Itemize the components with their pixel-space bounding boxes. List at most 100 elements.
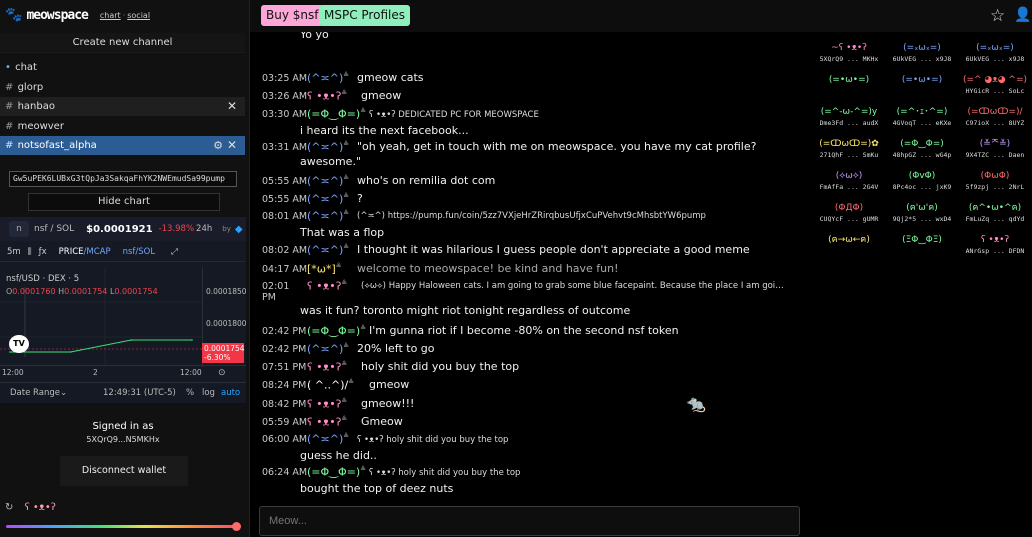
go-to-date-icon[interactable]: ⊙ <box>218 368 226 378</box>
price-mcap-toggle[interactable]: PRICE/MCAP <box>59 247 111 257</box>
provider-logo-icon[interactable]: ◆ <box>235 224 243 235</box>
meowspace-app: 🐾 meowspace chart · social Create new ch… <box>0 0 1032 537</box>
online-user[interactable]: (ฅ→ω←ฅ) <box>815 235 883 246</box>
online-user[interactable]: (=Φ‿Φ=) 48hpGZ ... wG4p <box>888 139 956 160</box>
x-tick-label: 12:00 <box>2 368 24 377</box>
message-author[interactable]: (^≍^)≗ <box>307 209 349 223</box>
refresh-icon[interactable]: ↻ <box>5 502 13 513</box>
percent-toggle[interactable]: % <box>186 388 194 398</box>
message-text: gmeow <box>369 378 410 391</box>
online-user[interactable]: (ΦωΦ) 5f9zpj ... 2NrL <box>961 171 1029 192</box>
message-author[interactable]: (^≍^)≗ <box>307 140 349 154</box>
online-user[interactable]: (=•ω•=) <box>888 75 956 86</box>
online-user[interactable]: (=ₓωₓ=) 6UkVEG ... x9J8 <box>888 43 956 64</box>
channel-item-hanbao[interactable]: # hanbao ✕ <box>0 97 245 116</box>
nav-link-chart[interactable]: chart <box>100 11 121 20</box>
message-author[interactable]: [*ω*]≗ <box>307 262 342 276</box>
author-face: ʕ •ᴥ•ʔ <box>307 397 342 411</box>
auto-toggle[interactable]: auto <box>221 388 240 398</box>
online-user[interactable]: (=^-ω-^=)y Dme3Fd ... audX <box>815 107 883 128</box>
fullscreen-icon[interactable]: ⤢ <box>171 247 178 257</box>
online-user[interactable]: (=ₓωₓ=) 6UkVEG ... x9J8 <box>961 43 1029 64</box>
author-face: (^≍^) <box>307 342 344 356</box>
online-user[interactable]: (=ↀωↀ=)/ C97ioX ... 8UYZ <box>961 107 1029 128</box>
color-slider[interactable] <box>6 522 241 531</box>
message-author[interactable]: ( ^..^)/≗ <box>307 378 354 392</box>
online-user[interactable]: ~ʕ •ᴥ•ʔ 5XQrQ9 ... MKHx <box>815 43 883 64</box>
online-user[interactable]: ʕ •ᴥ•ʔ ANrGsp ... DFDN <box>961 235 1029 256</box>
tradingview-logo-icon[interactable]: TV <box>9 335 29 353</box>
reply-preview[interactable]: ʕ •ᴥ•ʔ holy shit did you buy the top <box>357 434 508 445</box>
slider-knob[interactable] <box>232 522 241 531</box>
online-user[interactable]: (=ↀωↀ=)✿ 271QhF ... SmKu <box>815 139 883 160</box>
channel-item-meowver[interactable]: # meowver <box>0 117 245 136</box>
log-toggle[interactable]: log <box>202 388 215 398</box>
message-input[interactable] <box>259 506 800 536</box>
disconnect-wallet-button[interactable]: Disconnect wallet <box>60 456 188 486</box>
message-author[interactable]: ʕ •ᴥ•ʔ≗ <box>307 279 347 293</box>
message-author[interactable]: (^≍^)≗ <box>307 71 349 85</box>
online-user[interactable]: (=^･ｪ･^=) 4GVoqT ... eKXe <box>888 107 956 128</box>
user-icon[interactable]: 👤 <box>1014 7 1031 23</box>
nav-link-social[interactable]: social <box>127 11 150 20</box>
message-author[interactable]: (^≍^)≗ <box>307 192 349 206</box>
message-author[interactable]: (^≍^)≗ <box>307 342 349 356</box>
signed-in-label: Signed in as <box>92 421 154 432</box>
create-channel-button[interactable]: Create new channel <box>0 33 245 53</box>
online-user[interactable]: (=^ ◕ᴥ◕ ^=) HYGicR ... SoLc <box>961 75 1029 96</box>
message-author[interactable]: (^≍^)≗ <box>307 243 349 257</box>
pair-label[interactable]: nsf / SOL <box>34 224 74 234</box>
author-face: (^≍^) <box>307 192 344 206</box>
close-channel-icon[interactable]: ✕ <box>227 97 237 116</box>
channel-item-chat[interactable]: • chat <box>0 58 245 77</box>
message-author[interactable]: (=Φ‿Φ=)≗ <box>307 107 366 121</box>
user-face: ~ʕ •ᴥ•ʔ <box>831 43 867 53</box>
channel-hash-icon: # <box>5 140 14 151</box>
reply-preview[interactable]: ʕ •ᴥ•ʔ holy shit did you buy the top <box>369 467 520 478</box>
online-user[interactable]: (ΦДΦ) CUQYcF ... gUMR <box>815 203 883 224</box>
online-user[interactable]: (=•ω•=) <box>815 75 883 86</box>
online-user[interactable]: (ΦvΦ) 8Pc4oc ... jxK9 <box>888 171 956 192</box>
message-time: 04:17 AM <box>262 264 308 275</box>
buy-token-button[interactable]: Buy $nsf <box>261 5 324 26</box>
channel-item-notsofast-alpha[interactable]: # notsofast_alpha ⚙ ✕ <box>0 136 245 155</box>
online-user[interactable]: (≚ᄌ≚) 9X4TZC ... Daen <box>961 139 1029 160</box>
contract-address[interactable]: Gw5uPEK6LUBxG3tQpJa3SakqaFhYK2NWEmudSa99… <box>9 171 237 187</box>
message-author[interactable]: ʕ •ᴥ•ʔ≗ <box>307 415 347 429</box>
quote-toggle[interactable]: nsf/SOL <box>123 247 156 257</box>
time-axis[interactable]: 12:00 2 12:00 ⊙ <box>0 365 246 379</box>
channel-item-glorp[interactable]: # glorp <box>0 78 245 97</box>
mspc-profiles-button[interactable]: MSPC Profiles <box>319 5 410 26</box>
online-user[interactable]: (ฅ^•ω•^ฅ) FmLuZq ... qdYd <box>961 203 1029 224</box>
brand-name[interactable]: meowspace <box>26 8 88 23</box>
x-tick-label: 12:00 <box>180 368 202 377</box>
profile-face[interactable]: ʕ •ᴥ•ʔ <box>25 502 56 513</box>
hide-chart-button[interactable]: Hide chart <box>28 193 220 211</box>
interval-select[interactable]: 5m <box>7 247 21 257</box>
series-point <box>9 351 11 353</box>
clock-readout: 12:49:31 (UTC-5) <box>103 388 176 398</box>
reply-preview[interactable]: (^≍^) https://pump.fun/coin/5zz7VXjeHrZR… <box>357 211 706 221</box>
message-author[interactable]: ʕ •ᴥ•ʔ≗ <box>307 397 347 411</box>
close-channel-icon[interactable]: ✕ <box>227 136 237 155</box>
online-user[interactable]: (⟡ω⟡) FmAfFa ... 2G4V <box>815 171 883 192</box>
message-text: I'm gunna riot if I become -80% on the s… <box>369 324 679 337</box>
gear-icon[interactable]: ⚙ <box>213 136 223 155</box>
star-icon[interactable]: ☆ <box>990 6 1005 26</box>
online-user[interactable]: (ฅ'ω'ฅ) 9Qj2*5 ... wxD4 <box>888 203 956 224</box>
candle-type-icon[interactable]: ⫼ <box>28 247 32 257</box>
message-author[interactable]: ʕ •ᴥ•ʔ≗ <box>307 360 347 374</box>
message-author[interactable]: ʕ •ᴥ•ʔ≗ <box>307 89 347 103</box>
user-face: (=Φ‿Φ=) <box>900 139 944 149</box>
user-face: (ΦДΦ) <box>834 203 864 213</box>
reply-preview[interactable]: ʕ •ᴥ•ʔ DEDICATED PC FOR MEOWSPACE <box>369 109 539 120</box>
chevron-down-icon[interactable]: ⌄ <box>60 388 67 398</box>
message-author[interactable]: (=Φ‿Φ=)≗ <box>307 465 366 479</box>
date-range-select[interactable]: Date Range <box>10 388 60 398</box>
message-author[interactable]: (=Φ‿Φ=)≗ <box>307 324 366 338</box>
reply-preview[interactable]: (⟡ω⟡) Happy Haloween cats. I am going to… <box>361 281 787 291</box>
indicators-icon[interactable]: ƒx <box>39 247 47 257</box>
message-author[interactable]: (^≍^)≗ <box>307 174 349 188</box>
message-author[interactable]: (^≍^)≗ <box>307 432 349 446</box>
online-user[interactable]: (ΞΦ‿ΦΞ) <box>888 235 956 246</box>
